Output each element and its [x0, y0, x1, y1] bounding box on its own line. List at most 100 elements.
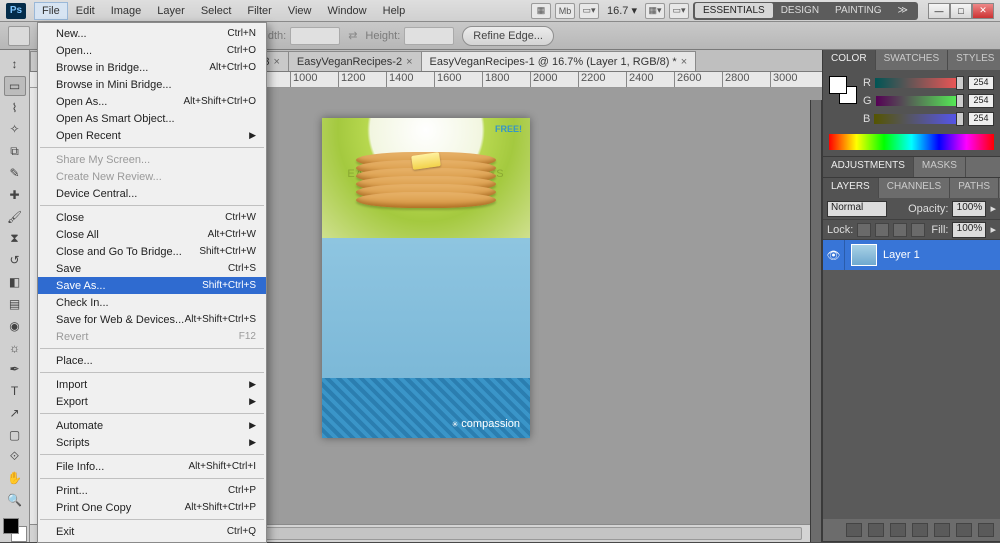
panel-dock-strip[interactable] — [810, 100, 822, 542]
layer-fx-icon[interactable] — [868, 523, 884, 537]
file-menu-open[interactable]: Open...Ctrl+O — [38, 42, 266, 59]
blend-mode-dropdown[interactable]: Normal — [827, 201, 887, 217]
layer-mask-icon[interactable] — [890, 523, 906, 537]
file-menu-file-info[interactable]: File Info...Alt+Shift+Ctrl+I — [38, 458, 266, 475]
file-menu-new[interactable]: New...Ctrl+N — [38, 25, 266, 42]
file-menu-print[interactable]: Print...Ctrl+P — [38, 482, 266, 499]
menu-view[interactable]: View — [280, 2, 320, 20]
screen-mode-icon[interactable]: ▭▾ — [579, 3, 599, 19]
dodge-tool[interactable]: ☼ — [4, 338, 26, 358]
workspace-essentials[interactable]: ESSENTIALS — [695, 3, 773, 18]
window-close[interactable]: ✕ — [972, 3, 994, 19]
wand-tool[interactable]: ✧ — [4, 119, 26, 139]
red-value[interactable]: 254 — [968, 76, 994, 90]
eraser-tool[interactable]: ◧ — [4, 272, 26, 292]
refine-edge-button[interactable]: Refine Edge... — [462, 26, 554, 46]
layer-name[interactable]: Layer 1 — [883, 249, 920, 261]
opacity-field[interactable]: 100% — [952, 201, 986, 217]
pen-tool[interactable]: ✒ — [4, 359, 26, 379]
type-tool[interactable]: T — [4, 381, 26, 401]
layer-row[interactable]: 👁 Layer 1 — [823, 240, 1000, 270]
file-menu-check-in[interactable]: Check In... — [38, 294, 266, 311]
color-swatch-pair[interactable] — [829, 76, 857, 104]
marquee-tool[interactable]: ▭ — [4, 76, 26, 96]
color-swatches[interactable] — [3, 518, 27, 542]
tab-close-icon[interactable]: × — [273, 56, 279, 68]
stamp-tool[interactable]: ⧗ — [4, 229, 26, 249]
adjustment-layer-icon[interactable] — [912, 523, 928, 537]
group-icon[interactable] — [934, 523, 950, 537]
lock-transparent-icon[interactable] — [857, 223, 871, 237]
workspace-more[interactable]: ≫ — [890, 3, 916, 18]
file-menu-close-all[interactable]: Close AllAlt+Ctrl+W — [38, 226, 266, 243]
heal-tool[interactable]: ✚ — [4, 185, 26, 205]
menu-layer[interactable]: Layer — [149, 2, 193, 20]
layer-thumbnail[interactable] — [851, 244, 877, 266]
new-layer-icon[interactable] — [956, 523, 972, 537]
styles-tab[interactable]: STYLES — [948, 50, 1000, 70]
color-tab[interactable]: COLOR — [823, 50, 876, 70]
adjustments-tab[interactable]: ADJUSTMENTS — [823, 157, 914, 177]
file-menu-place[interactable]: Place... — [38, 352, 266, 369]
blur-tool[interactable]: ◉ — [4, 316, 26, 336]
arrange-icon[interactable]: ▦▾ — [645, 3, 665, 19]
eyedropper-tool[interactable]: ✎ — [4, 163, 26, 183]
path-tool[interactable]: ↗ — [4, 403, 26, 423]
zoom-tool[interactable]: 🔍 — [4, 490, 26, 510]
file-menu-import[interactable]: Import▶ — [38, 376, 266, 393]
file-menu-close-and-go-to-bridge[interactable]: Close and Go To Bridge...Shift+Ctrl+W — [38, 243, 266, 260]
extras-icon[interactable]: ▭▾ — [669, 3, 689, 19]
hand-tool[interactable]: ✋ — [4, 468, 26, 488]
masks-tab[interactable]: MASKS — [914, 157, 966, 177]
green-value[interactable]: 254 — [968, 94, 994, 108]
green-slider[interactable] — [876, 96, 964, 106]
document-tab[interactable]: EasyVeganRecipes-1 @ 16.7% (Layer 1, RGB… — [421, 51, 697, 71]
file-menu-save-for-web-devices[interactable]: Save for Web & Devices...Alt+Shift+Ctrl+… — [38, 311, 266, 328]
menu-filter[interactable]: Filter — [239, 2, 279, 20]
link-layers-icon[interactable] — [846, 523, 862, 537]
height-input[interactable] — [404, 27, 454, 45]
paths-tab[interactable]: PATHS — [950, 178, 999, 198]
brush-tool[interactable]: 🖌 — [4, 207, 26, 227]
mb-icon[interactable]: ▦ — [531, 3, 551, 19]
file-menu-scripts[interactable]: Scripts▶ — [38, 434, 266, 451]
swatches-tab[interactable]: SWATCHES — [876, 50, 949, 70]
file-menu-save[interactable]: SaveCtrl+S — [38, 260, 266, 277]
canvas[interactable]: FREE! EASY Vegan RECIPES delicious, nutr… — [322, 118, 530, 438]
menu-window[interactable]: Window — [320, 2, 375, 20]
lasso-tool[interactable]: ⌇ — [4, 98, 26, 118]
history-brush-tool[interactable]: ↺ — [4, 250, 26, 270]
file-menu-open-recent[interactable]: Open Recent▶ — [38, 127, 266, 144]
document-tab[interactable]: EasyVeganRecipes-2× — [288, 51, 422, 71]
file-menu-automate[interactable]: Automate▶ — [38, 417, 266, 434]
file-menu-browse-in-mini-bridge[interactable]: Browse in Mini Bridge... — [38, 76, 266, 93]
workspace-painting[interactable]: PAINTING — [827, 3, 889, 18]
3d-tool[interactable]: ⟐ — [4, 447, 26, 467]
shape-tool[interactable]: ▢ — [4, 425, 26, 445]
layer-visibility-icon[interactable]: 👁 — [823, 240, 845, 270]
workspace-design[interactable]: DESIGN — [773, 3, 827, 18]
tool-preset-icon[interactable] — [8, 26, 30, 46]
file-menu-close[interactable]: CloseCtrl+W — [38, 209, 266, 226]
move-tool[interactable]: ↕ — [4, 54, 26, 74]
file-menu-browse-in-bridge[interactable]: Browse in Bridge...Alt+Ctrl+O — [38, 59, 266, 76]
tab-close-icon[interactable]: × — [681, 56, 687, 68]
color-spectrum[interactable] — [829, 134, 994, 150]
width-input[interactable] — [290, 27, 340, 45]
tab-close-icon[interactable]: × — [406, 56, 412, 68]
file-menu-exit[interactable]: ExitCtrl+Q — [38, 523, 266, 540]
menu-help[interactable]: Help — [375, 2, 414, 20]
delete-layer-icon[interactable] — [978, 523, 994, 537]
window-minimize[interactable]: — — [928, 3, 950, 19]
zoom-dropdown[interactable]: 16.7 ▾ — [603, 4, 641, 17]
menu-select[interactable]: Select — [193, 2, 240, 20]
layers-tab[interactable]: LAYERS — [823, 178, 879, 198]
file-menu-device-central[interactable]: Device Central... — [38, 185, 266, 202]
file-menu-open-as-smart-object[interactable]: Open As Smart Object... — [38, 110, 266, 127]
crop-tool[interactable]: ⧉ — [4, 141, 26, 161]
menu-edit[interactable]: Edit — [68, 2, 103, 20]
blue-slider[interactable] — [874, 114, 964, 124]
blue-value[interactable]: 254 — [968, 112, 994, 126]
mb-icon-mb[interactable]: Mb — [555, 3, 575, 19]
lock-position-icon[interactable] — [893, 223, 907, 237]
